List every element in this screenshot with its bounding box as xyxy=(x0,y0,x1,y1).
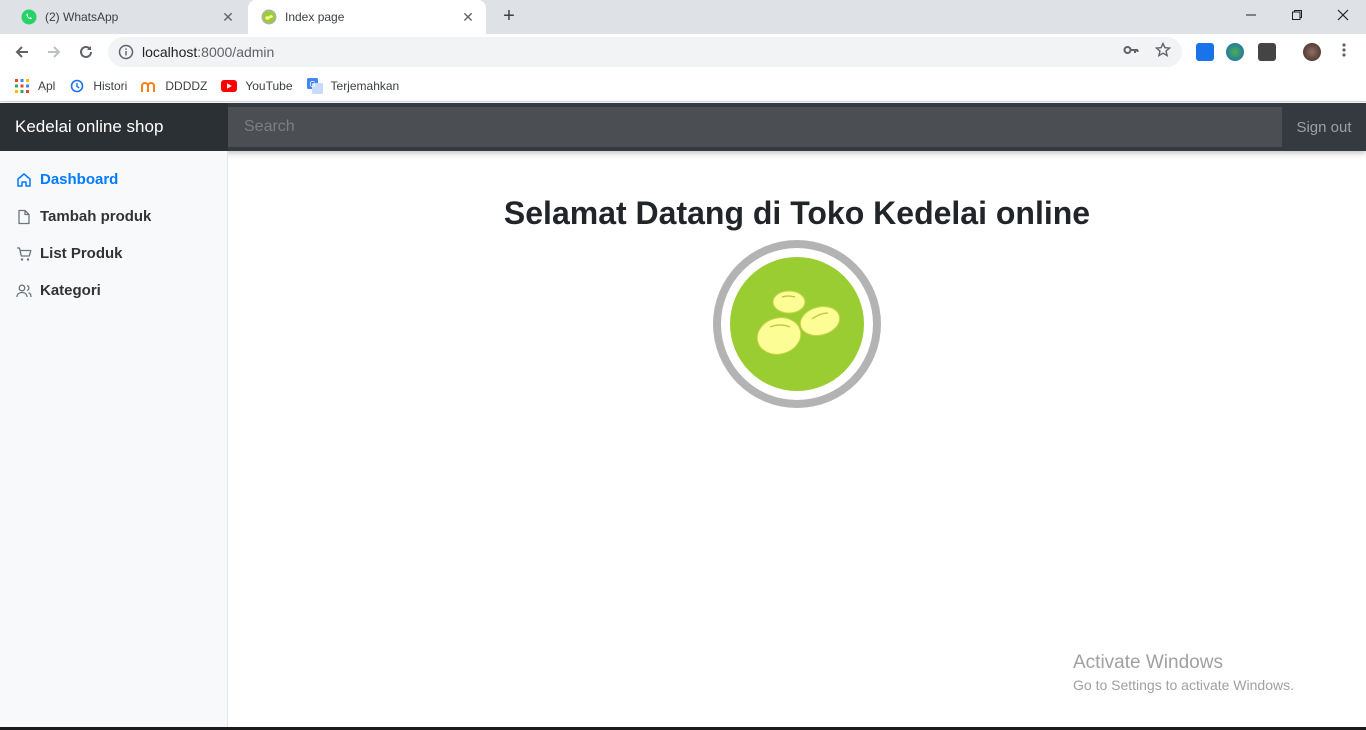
address-bar[interactable]: localhost:8000/admin xyxy=(108,37,1182,67)
bookmark-history[interactable]: Histori xyxy=(69,78,127,94)
youtube-icon xyxy=(221,78,238,94)
key-icon[interactable] xyxy=(1121,40,1141,60)
activate-windows-watermark: Activate Windows Go to Settings to activ… xyxy=(1073,652,1294,693)
arrow-right-icon xyxy=(48,46,61,58)
tab-whatsapp[interactable]: (2) WhatsApp ✕ xyxy=(8,0,246,34)
translate-icon: G xyxy=(306,77,323,94)
extension-globe-icon[interactable] xyxy=(1226,43,1244,61)
watermark-subtitle: Go to Settings to activate Windows. xyxy=(1073,677,1294,693)
watermark-title: Activate Windows xyxy=(1073,652,1223,673)
main-content: Selamat Datang di Toko Kedelai online xyxy=(228,151,1366,730)
top-navbar: Kedelai online shop Sign out xyxy=(0,103,1366,151)
sidebar: Dashboard Tambah produk List Produk Kate… xyxy=(0,151,228,730)
tab-title: (2) WhatsApp xyxy=(45,10,119,24)
star-icon[interactable] xyxy=(1153,40,1173,60)
info-icon xyxy=(118,44,134,60)
browser-toolbar: localhost:8000/admin xyxy=(0,34,1366,70)
home-icon xyxy=(16,172,32,188)
extension-s-icon[interactable] xyxy=(1196,43,1214,61)
sidebar-item-kategori[interactable]: Kategori xyxy=(0,272,227,309)
bookmark-apps[interactable]: Apl xyxy=(14,78,55,94)
apps-grid-icon xyxy=(14,78,30,94)
sidebar-item-label: List Produk xyxy=(40,245,123,262)
sidebar-item-list-produk[interactable]: List Produk xyxy=(0,235,227,272)
sidebar-item-tambah-produk[interactable]: Tambah produk xyxy=(0,198,227,235)
search-container xyxy=(228,107,1282,147)
moodle-icon xyxy=(141,78,157,94)
whatsapp-icon xyxy=(21,9,37,25)
bookmark-label: Apl xyxy=(38,78,56,93)
new-tab-button[interactable]: + xyxy=(498,6,520,28)
arrow-left-icon xyxy=(15,46,28,58)
bookmark-label: YouTube xyxy=(245,78,293,93)
soybean-favicon-icon xyxy=(261,9,277,25)
reload-button[interactable] xyxy=(74,40,98,64)
back-button[interactable] xyxy=(10,40,34,64)
close-tab-icon[interactable]: ✕ xyxy=(220,9,236,25)
menu-kebab-icon[interactable] xyxy=(1334,40,1354,60)
bookmark-label: Histori xyxy=(93,78,128,93)
url-text: localhost:8000/admin xyxy=(142,44,275,60)
sign-out-link[interactable]: Sign out xyxy=(1282,119,1366,136)
tab-index-page[interactable]: Index page ✕ xyxy=(248,0,486,34)
sidebar-item-dashboard[interactable]: Dashboard xyxy=(0,161,227,198)
search-input[interactable] xyxy=(244,118,1282,136)
cart-icon xyxy=(16,246,32,262)
close-window-button[interactable] xyxy=(1320,0,1366,30)
bookmark-translate[interactable]: G Terjemahkan xyxy=(306,77,400,94)
bookmark-ddddz[interactable]: DDDDZ xyxy=(141,78,207,94)
sidebar-item-label: Kategori xyxy=(40,282,101,299)
bookmarks-bar: Apl Histori DDDDZ YouTube G Terjemahkan xyxy=(0,70,1366,102)
extension-se-icon[interactable] xyxy=(1258,43,1276,61)
page-title: Selamat Datang di Toko Kedelai online xyxy=(503,195,1091,231)
close-tab-icon[interactable]: ✕ xyxy=(460,9,476,25)
bookmark-label: DDDDZ xyxy=(165,78,208,93)
svg-text:G: G xyxy=(309,80,315,89)
minimize-button[interactable] xyxy=(1228,0,1274,30)
file-icon xyxy=(16,209,32,225)
reload-icon xyxy=(80,45,92,58)
history-icon xyxy=(69,78,85,94)
tab-strip: (2) WhatsApp ✕ Index page ✕ + xyxy=(0,0,1366,34)
sidebar-item-label: Dashboard xyxy=(40,171,119,188)
users-icon xyxy=(16,283,32,299)
tab-title: Index page xyxy=(285,10,345,24)
avatar[interactable] xyxy=(1303,43,1321,61)
sidebar-item-label: Tambah produk xyxy=(40,208,152,225)
forward-button[interactable] xyxy=(42,40,66,64)
restore-button[interactable] xyxy=(1274,0,1320,30)
brand-title[interactable]: Kedelai online shop xyxy=(0,103,228,151)
bookmark-label: Terjemahkan xyxy=(330,78,400,93)
bookmark-youtube[interactable]: YouTube xyxy=(221,78,293,94)
soybean-logo-icon xyxy=(713,240,881,408)
